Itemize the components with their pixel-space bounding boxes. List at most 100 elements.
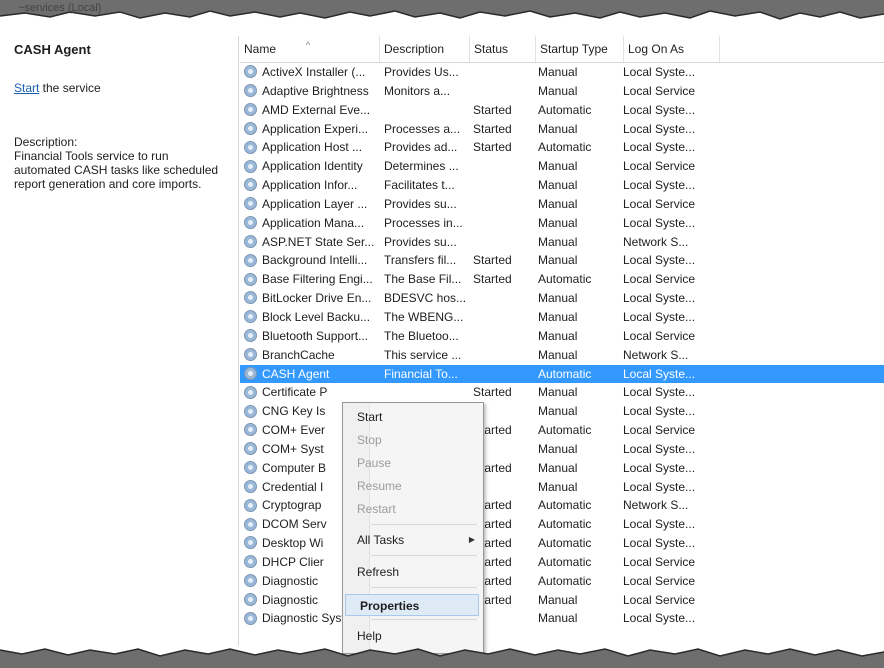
table-row[interactable]: Background Intelli... Transfers fil... Sta…: [240, 251, 884, 270]
cell-startup-type: Manual: [538, 383, 628, 402]
cell-startup-type-text: Automatic: [538, 536, 592, 551]
column-header-description[interactable]: Description: [380, 36, 470, 62]
cell-name-text: COM+ Ever: [262, 423, 326, 438]
cell-description: Provides Us...: [384, 63, 474, 82]
table-row[interactable]: Adaptive Brightness Monitors a... Manual Lo…: [240, 82, 884, 101]
service-gear-icon: [244, 498, 257, 512]
menu-item-refresh[interactable]: Refresh: [343, 561, 483, 583]
table-row[interactable]: CNG Key Is Manual Local Syste...: [240, 402, 884, 421]
cell-name: Application Identity: [242, 157, 382, 176]
cell-startup-type: Manual: [538, 609, 628, 628]
table-row[interactable]: CASH Agent Financial To... Automatic Local …: [240, 364, 884, 384]
cell-startup-type-text: Manual: [538, 65, 578, 79]
cell-name-text: ActiveX Installer (...: [262, 65, 366, 79]
cell-name: Application Layer ...: [242, 195, 382, 214]
table-row[interactable]: Diagnostic Started Automatic Local Service: [240, 572, 884, 591]
cell-startup-type-text: Manual: [538, 121, 578, 136]
service-gear-icon: [244, 592, 257, 606]
menu-item-all-tasks[interactable]: All Tasks ▶: [343, 529, 483, 551]
column-header-startup-type[interactable]: Startup Type: [536, 36, 624, 62]
menu-separator: [371, 587, 477, 588]
cell-description-text: The Base Fil...: [384, 272, 462, 287]
table-row[interactable]: BranchCache This service ... Manual Network…: [240, 346, 884, 365]
table-row[interactable]: BitLocker Drive En... BDESVC hos... Manual…: [240, 289, 884, 308]
start-service-link[interactable]: Start: [14, 81, 39, 95]
table-row[interactable]: Block Level Backu... The WBENG... Manual Lo…: [240, 308, 884, 327]
cell-description-text: Provides su...: [384, 196, 457, 211]
table-row[interactable]: DHCP Clier Started Automatic Local Service: [240, 553, 884, 572]
cell-log-on-as: Local Syste...: [623, 101, 723, 120]
table-row[interactable]: Diagnostic Started Manual Local Service: [240, 591, 884, 610]
cell-name-text: Application Experi...: [262, 121, 369, 136]
cell-name: BitLocker Drive En...: [242, 289, 382, 308]
table-row[interactable]: ASP.NET State Ser... Provides su... Manual…: [240, 233, 884, 252]
cell-log-on-as: Local Service: [623, 421, 723, 440]
cell-log-on-as-text: Local Syste...: [623, 291, 696, 306]
cell-log-on-as-text: Network S...: [623, 498, 689, 513]
cell-description: Financial To...: [384, 365, 474, 384]
table-row[interactable]: Application Experi... Processes a... Start…: [240, 120, 884, 139]
menu-item-pause[interactable]: Pause: [343, 452, 483, 474]
cell-description: The Base Fil...: [384, 270, 474, 289]
table-row[interactable]: Application Host ... Provides ad... Starte…: [240, 138, 884, 157]
cell-status-text: Started: [473, 121, 512, 136]
cell-log-on-as-text: Local Syste...: [623, 385, 696, 400]
table-row[interactable]: AMD External Eve... Started Automatic Local…: [240, 101, 884, 120]
column-header-log-on-as[interactable]: Log On As: [624, 36, 720, 62]
table-row[interactable]: Credential I Manual Local Syste...: [240, 478, 884, 497]
cell-status: Started: [473, 101, 541, 120]
table-row[interactable]: Base Filtering Engi... The Base Fil... Sta…: [240, 270, 884, 289]
cell-log-on-as-text: Local Syste...: [623, 309, 696, 324]
cell-name-text: Bluetooth Support...: [262, 328, 369, 343]
cell-description-text: Provides ad...: [384, 140, 458, 155]
cell-startup-type-text: Automatic: [538, 272, 592, 287]
menu-item-restart[interactable]: Restart: [343, 498, 483, 520]
table-row[interactable]: ActiveX Installer (... Provides Us... Manu…: [240, 63, 884, 82]
table-row[interactable]: COM+ Syst Manual Local Syste...: [240, 440, 884, 459]
table-row[interactable]: Bluetooth Support... The Bluetoo... Manual…: [240, 327, 884, 346]
cell-description: [384, 383, 474, 402]
menu-item-start[interactable]: Start: [343, 406, 483, 428]
cell-startup-type: Manual: [538, 63, 628, 82]
table-row[interactable]: Desktop Wi Started Automatic Local Syste...: [240, 534, 884, 553]
cell-startup-type-text: Manual: [538, 178, 578, 193]
menu-item-resume[interactable]: Resume: [343, 475, 483, 497]
table-body: ActiveX Installer (... Provides Us... Manu…: [240, 63, 884, 628]
table-row[interactable]: Computer B Started Manual Local Syste...: [240, 459, 884, 478]
cell-startup-type: Manual: [538, 214, 628, 233]
cell-startup-type: Automatic: [538, 534, 628, 553]
table-row[interactable]: Cryptograp Started Automatic Network S...: [240, 496, 884, 515]
table-row[interactable]: Application Identity Determines ... Manual…: [240, 157, 884, 176]
pane-divider[interactable]: [238, 36, 239, 646]
table-row[interactable]: Diagnostic System...The Diagno...ManualL…: [240, 609, 884, 628]
column-header-name[interactable]: Name ^: [240, 36, 380, 62]
service-gear-icon: [244, 479, 257, 493]
service-gear-icon: [244, 310, 257, 324]
cell-startup-type-text: Manual: [538, 309, 578, 324]
torn-edge-top: [0, 0, 884, 20]
cell-name: Application Mana...: [242, 214, 382, 233]
table-row[interactable]: Application Layer ... Provides su... Manua…: [240, 195, 884, 214]
cell-startup-type: Manual: [538, 459, 628, 478]
service-gear-icon: [244, 574, 257, 588]
table-row[interactable]: Application Mana... Processes in... Manual…: [240, 214, 884, 233]
cell-log-on-as: Local Service: [623, 195, 723, 214]
cell-startup-type-text: Manual: [538, 441, 578, 456]
cell-log-on-as-text: Local Service: [623, 554, 696, 569]
column-header-status[interactable]: Status: [470, 36, 536, 62]
cell-startup-type: Manual: [538, 82, 628, 101]
menu-item-stop[interactable]: Stop: [343, 429, 483, 451]
menu-item-properties[interactable]: Properties: [345, 594, 479, 616]
cell-status-text: Started: [473, 102, 512, 117]
cell-name-text: Cryptograp: [262, 498, 322, 513]
table-row[interactable]: COM+ Ever Started Automatic Local Service: [240, 421, 884, 440]
cell-name-text: Diagnostic: [262, 592, 319, 607]
cell-name-text: ASP.NET State Ser...: [262, 234, 375, 249]
description-text: Financial Tools service to run automated…: [14, 149, 236, 191]
table-row[interactable]: Application Infor... Facilitates t... Manu…: [240, 176, 884, 195]
table-row[interactable]: DCOM Serv Started Automatic Local Syste...: [240, 515, 884, 534]
sort-ascending-icon: ^: [306, 40, 311, 50]
cell-log-on-as-text: Local Syste...: [623, 404, 696, 419]
cell-startup-type: Manual: [538, 289, 628, 308]
table-row[interactable]: Certificate P Started Manual Local Syste...: [240, 383, 884, 402]
